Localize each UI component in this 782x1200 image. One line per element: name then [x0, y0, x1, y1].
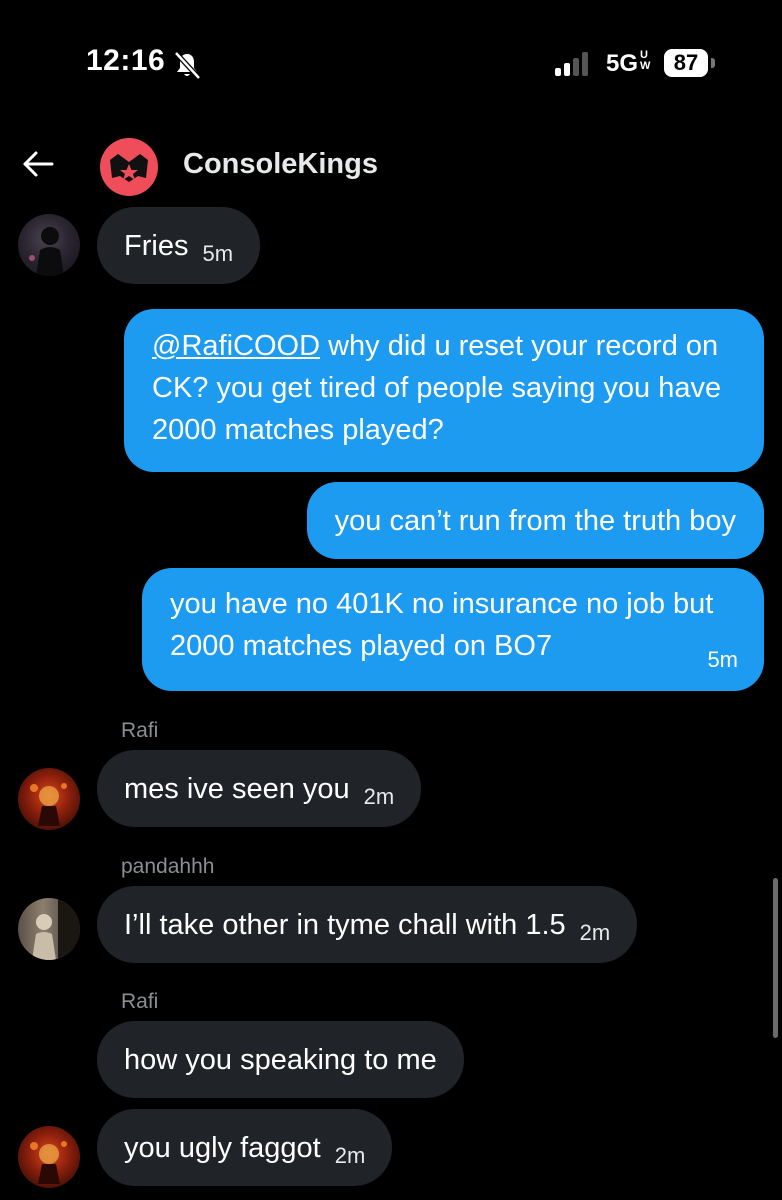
message-text: mes ive seen you — [124, 772, 350, 805]
message-text: how you speaking to me — [124, 1043, 437, 1076]
person-photo-icon — [32, 898, 80, 960]
fiery-figure-icon — [30, 783, 67, 826]
message-text: Fries — [124, 229, 189, 262]
fiery-figure-icon — [30, 1141, 67, 1184]
arrow-left-icon[interactable] — [20, 146, 56, 182]
network-label: 5G UW — [606, 50, 652, 78]
avatar[interactable] — [18, 768, 80, 830]
message-text: I’ll take other in tyme chall with 1.5 — [124, 908, 566, 941]
message-bubble[interactable]: mes ive seen you 2m — [97, 750, 422, 827]
message-bubble[interactable]: I’ll take other in tyme chall with 1.5 2… — [97, 886, 638, 963]
signal-icon — [555, 52, 588, 76]
message-bubble[interactable]: you have no 401K no insurance no job but… — [142, 568, 764, 691]
sender-name: pandahhh — [121, 855, 215, 878]
sender-name: Rafi — [121, 990, 159, 1013]
controller-crown-icon — [110, 154, 148, 182]
avatar[interactable] — [18, 214, 80, 276]
message-time: 5m — [202, 240, 234, 266]
group-name[interactable]: ConsoleKings — [183, 148, 378, 181]
avatar[interactable] — [18, 898, 80, 960]
message-bubble[interactable]: @RafiCOOD why did u reset your record on… — [124, 309, 764, 472]
group-avatar[interactable] — [100, 138, 158, 196]
status-bar: 12:16 5G UW 87 — [0, 0, 782, 120]
user-mention-link[interactable]: @RafiCOOD — [152, 330, 320, 362]
person-silhouette-icon — [29, 227, 64, 276]
message-text: you can’t run from the truth boy — [334, 504, 736, 537]
message-text: you ugly faggot — [124, 1131, 321, 1164]
scrollbar-thumb[interactable] — [773, 878, 778, 1038]
message-bubble[interactable]: Fries 5m — [97, 207, 261, 284]
message-time: 2m — [363, 783, 395, 809]
status-time: 12:16 — [86, 44, 166, 77]
message-bubble[interactable]: you ugly faggot 2m — [97, 1109, 393, 1186]
network-badge: UW — [640, 49, 651, 72]
battery-nub — [711, 58, 715, 68]
message-time: 2m — [579, 919, 611, 945]
message-text: @RafiCOOD why did u reset your record on… — [152, 330, 721, 446]
network-type: 5G — [606, 50, 639, 77]
bell-muted-icon — [174, 51, 201, 80]
message-bubble[interactable]: how you speaking to me — [97, 1021, 464, 1098]
message-text: you have no 401K no insurance no job but… — [170, 588, 714, 662]
message-time: 5m — [707, 647, 738, 672]
message-bubble[interactable]: you can’t run from the truth boy — [306, 482, 764, 559]
message-time: 2m — [334, 1142, 366, 1168]
sender-name: Rafi — [121, 719, 159, 742]
battery-icon: 87 — [664, 49, 708, 77]
conversation-header: ConsoleKings — [0, 130, 782, 200]
avatar[interactable] — [18, 1126, 80, 1188]
